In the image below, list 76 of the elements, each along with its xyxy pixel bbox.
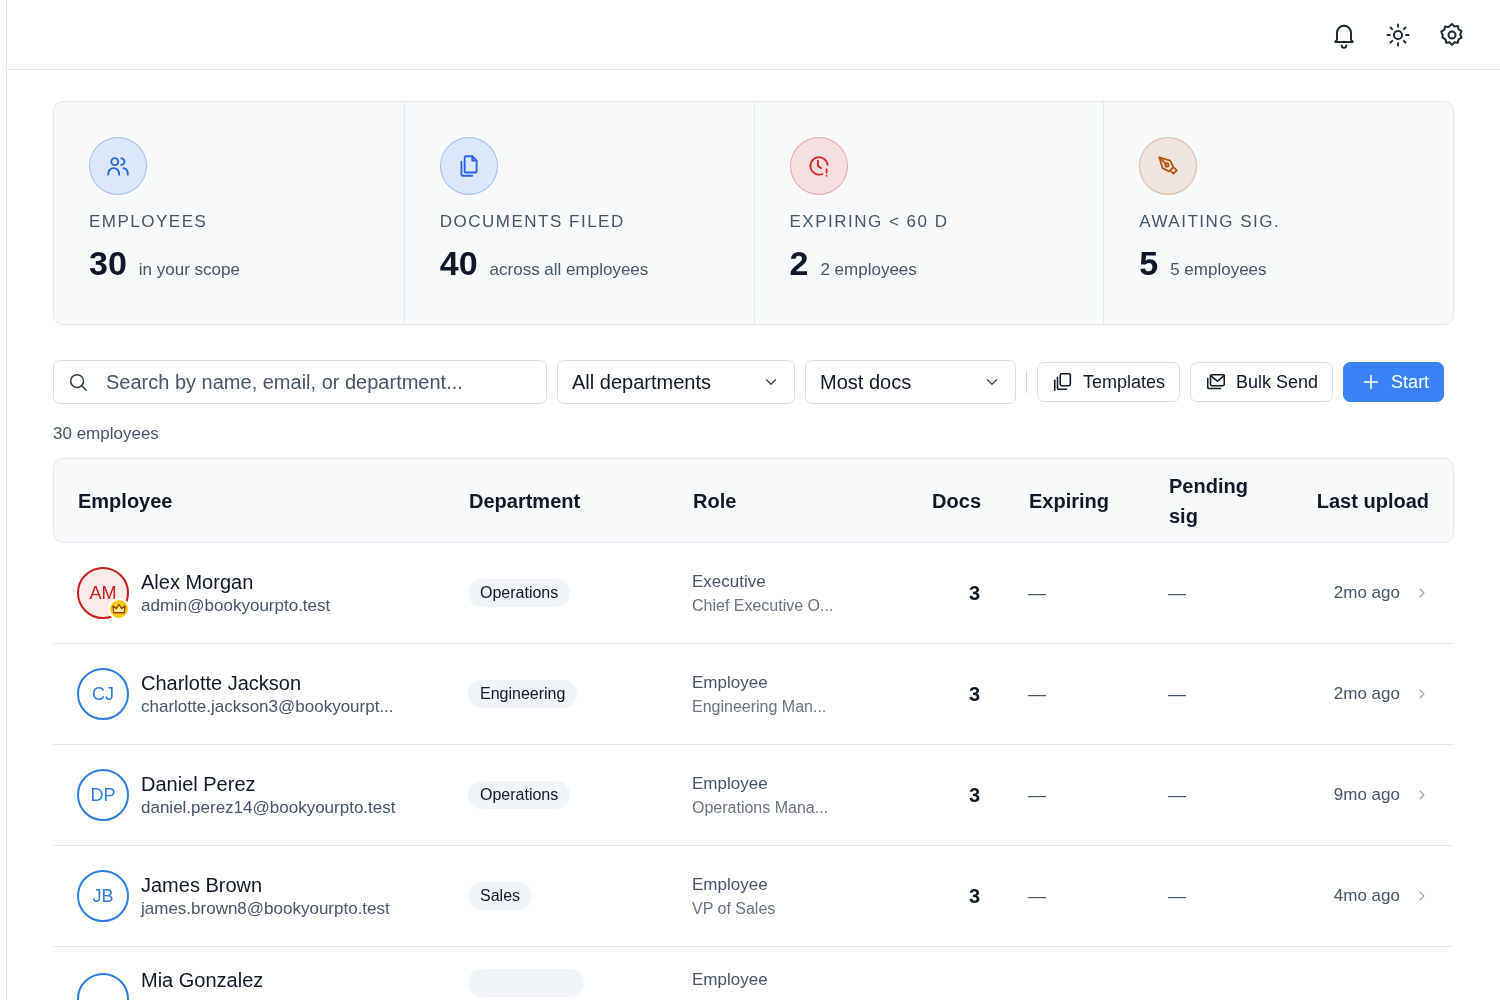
table-cell-text: — [1168,885,1187,907]
role-text: Employee [692,672,769,693]
dropdown[interactable]: All departments [557,360,795,404]
column-header[interactable]: Department [469,485,693,516]
column-header[interactable]: Role [693,485,893,516]
table-row[interactable]: AM Alex Morgan admin@bookyourpto.test Operations Executive Chief Executive O... 3 — — 2mo ago [53,543,1454,644]
role-text: Employee [692,969,769,991]
last-upload: 2mo ago [1333,583,1400,603]
job-title: Chief Executive O... [692,596,835,615]
employee-count: 30 employees [53,424,160,444]
stat-value: 40 [439,244,478,283]
job-title: Operations Mana... [692,798,830,817]
stat-value: 2 [789,244,809,283]
copy-icon [1052,371,1074,393]
last-upload: 4mo ago [1333,886,1400,906]
role-text: Employee [692,874,769,895]
stat-label: EMPLOYEES [89,212,209,232]
stat-label: DOCUMENTS FILED [439,212,626,232]
last-upload: 2mo ago [1333,684,1400,704]
job-title: VP of Sales [692,899,777,918]
templates-button[interactable]: Templates [1037,362,1181,402]
employee-email: charlotte.jackson3@bookyourpt... [141,696,394,717]
stat-label: AWAITING SIG. [1139,212,1282,232]
table-cell-text: — [1028,784,1047,806]
table-cell-text: 3 [967,884,980,908]
stat-label: EXPIRING < 60 D [789,212,950,232]
employee-name: Daniel Perez [141,772,257,796]
start-button[interactable]: Start [1343,362,1445,402]
column-header[interactable]: Pending sig [1169,470,1269,531]
column-header[interactable]: Expiring [1029,485,1169,516]
table-cell-text: — [1168,582,1187,604]
table-row[interactable]: JB James Brown james.brown8@bookyourpto.test Sales Employee VP of Sales 3 — — 4mo ago [53,846,1454,947]
role-text: Employee [692,773,769,794]
avatar: CJ [77,668,129,720]
employee-name: Charlotte Jackson [141,671,303,695]
role-text: Executive [692,571,767,592]
column-header[interactable]: Docs [893,485,981,516]
job-title: Engineering Man... [692,697,828,716]
department-tag: Operations [468,579,571,607]
search-field[interactable]: Search by name, email, or department... [53,360,547,404]
table-cell-text: — [1168,784,1187,806]
search-icon [67,371,89,393]
table-row[interactable]: CJ Charlotte Jackson charlotte.jackson3@bookyourpt... Engineering Employee Engineering Man... 3 — — 2mo ago [53,644,1454,745]
last-upload: 9mo ago [1333,785,1400,805]
employee-name: Mia Gonzalez [141,969,264,991]
table-cell-text: 3 [967,581,980,605]
employee-email: james.brown8@bookyourpto.test [141,898,390,919]
table-cell-text: — [1028,885,1047,907]
stat-note: 2 employees [820,260,917,280]
table-cell-text: — [1168,683,1187,705]
stat-note: across all employees [489,260,649,280]
table-cell-text: — [1028,582,1047,604]
department-tag: Sales [468,882,533,910]
stat-note: in your scope [138,260,240,280]
column-header[interactable]: Employee [78,485,469,516]
table-cell-text: 3 [967,783,980,807]
table-row[interactable]: DP Daniel Perez daniel.perez14@bookyourpto.test Operations Employee Operations Mana... 3 — — 9mo ago [53,745,1454,846]
stat-note: 5 employees [1170,260,1267,280]
avatar: AM [77,567,129,619]
employee-name: Alex Morgan [141,570,255,594]
stat-value: 5 [1139,244,1159,283]
employee-email: daniel.perez14@bookyourpto.test [141,797,396,818]
dropdown[interactable]: Most docs [805,360,1016,404]
employee-email: admin@bookyourpto.test [141,595,331,616]
crown-icon [108,598,130,620]
bulk-button[interactable]: Bulk Send [1190,362,1334,402]
department-tag: Engineering [468,680,578,708]
department-tag: Operations [468,781,571,809]
stat-value: 30 [89,244,127,283]
table-cell-text: 3 [967,682,980,706]
employee-name: James Brown [141,873,264,897]
column-header[interactable]: Last upload [1289,485,1429,516]
avatar: JB [77,870,129,922]
table-row[interactable]: Mia Gonzalez Employee [53,947,1454,1000]
avatar: DP [77,769,129,821]
table-cell-text: — [1028,683,1047,705]
